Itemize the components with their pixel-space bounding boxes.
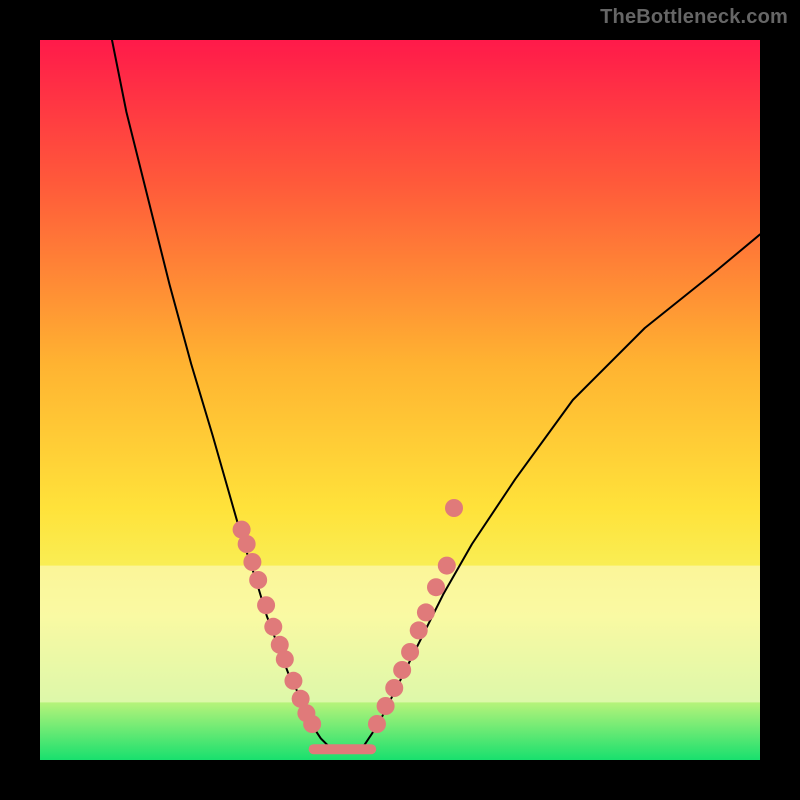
marker-right [385, 679, 403, 697]
marker-left [243, 553, 261, 571]
marker-right [410, 621, 428, 639]
marker-left [238, 535, 256, 553]
marker-right [393, 661, 411, 679]
marker-left [303, 715, 321, 733]
chart-svg [40, 40, 760, 760]
marker-right [401, 643, 419, 661]
marker-right [438, 557, 456, 575]
marker-left [276, 650, 294, 668]
plot-area [40, 40, 760, 760]
marker-right [427, 578, 445, 596]
watermark-text: TheBottleneck.com [600, 6, 788, 29]
marker-left [257, 596, 275, 614]
marker-left [264, 618, 282, 636]
marker-right [377, 697, 395, 715]
marker-right [417, 603, 435, 621]
marker-outlier [445, 499, 463, 517]
marker-left [284, 672, 302, 690]
outer-frame: TheBottleneck.com [0, 0, 800, 800]
marker-left [249, 571, 267, 589]
marker-right [368, 715, 386, 733]
